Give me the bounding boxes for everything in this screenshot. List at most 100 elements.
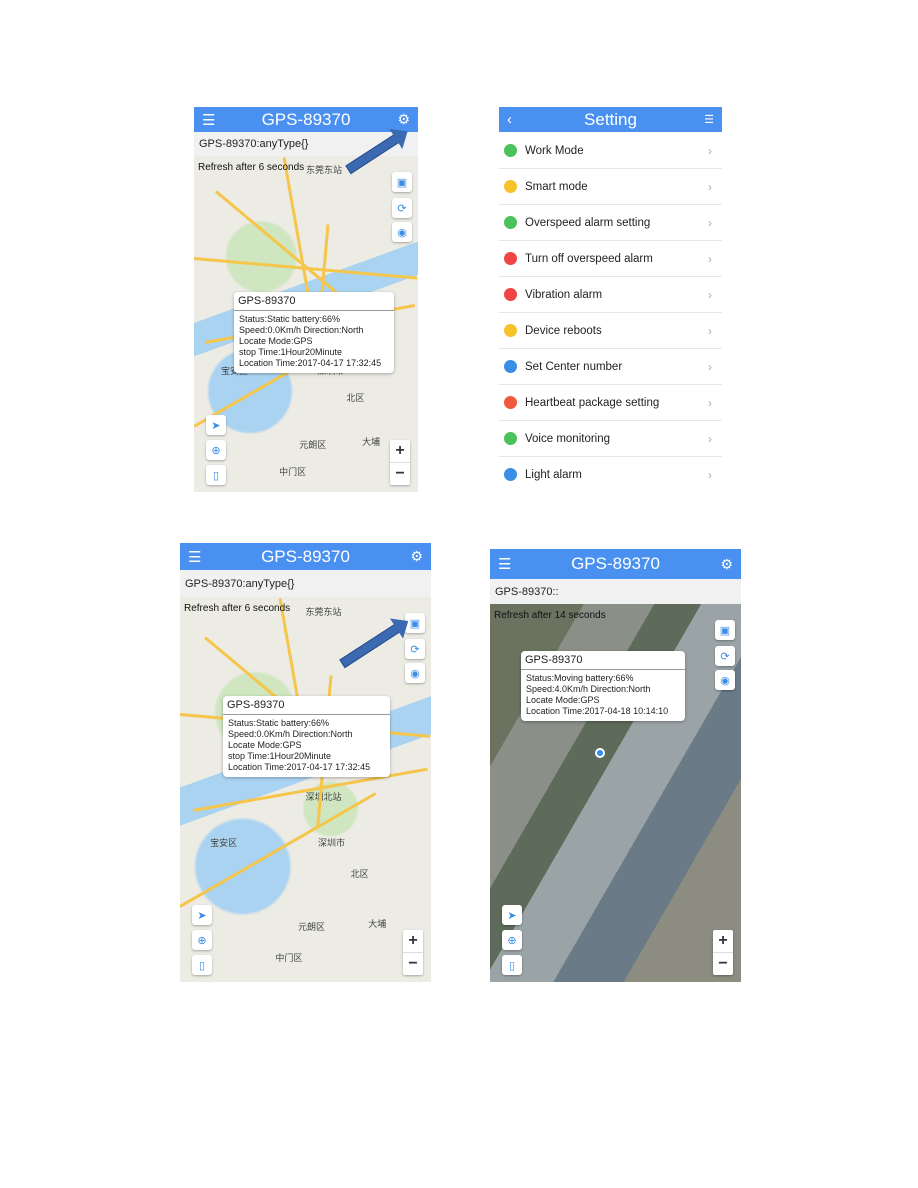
map-place-label: 深圳市 <box>318 837 346 848</box>
map-place-label: 北区 <box>350 868 369 879</box>
chevron-right-icon: › <box>708 467 712 482</box>
navigate-button[interactable]: ➤ <box>192 905 212 925</box>
setting-item[interactable]: Smart mode › <box>499 169 722 205</box>
setting-item[interactable]: Turn off overspeed alarm › <box>499 241 722 277</box>
map-place-label: 北区 <box>346 393 365 404</box>
refresh-icon: ⟳ <box>720 650 730 663</box>
my-location-button[interactable]: ⊕ <box>206 440 226 460</box>
setting-item-label: Heartbeat package setting <box>525 396 660 409</box>
road <box>282 157 313 313</box>
phone-location-button[interactable]: ▯ <box>192 955 212 975</box>
setting-item[interactable]: Work Mode › <box>499 133 722 169</box>
chevron-right-icon: › <box>708 287 712 302</box>
app-header: ☰ GPS-89370 ⚙ <box>490 549 741 579</box>
setting-item[interactable]: Vibration alarm › <box>499 277 722 313</box>
gear-icon[interactable]: ⚙ <box>720 556 733 573</box>
setting-item-label: Device reboots <box>525 324 602 337</box>
setting-item[interactable]: Voice monitoring › <box>499 421 722 457</box>
setting-item-label: Vibration alarm <box>525 288 603 301</box>
refresh-countdown: Refresh after 14 seconds <box>494 610 606 621</box>
location-marker <box>595 747 606 758</box>
road <box>215 189 355 308</box>
hamburger-menu-icon[interactable]: ☰ <box>188 548 201 566</box>
my-location-button[interactable]: ⊕ <box>502 930 522 950</box>
setting-item-icon <box>504 360 517 373</box>
layers-icon: ▣ <box>396 176 408 189</box>
setting-item-label: Overspeed alarm setting <box>525 216 651 229</box>
phone-location-button[interactable]: ▯ <box>206 465 226 485</box>
popup-title: GPS-89370 <box>223 696 390 715</box>
zoom-in-button[interactable]: + <box>403 930 423 952</box>
popup-line: Location Time:2017-04-17 17:32:45 <box>239 358 382 368</box>
setting-item-icon <box>504 324 517 337</box>
map-view[interactable]: Refresh after 14 seconds ▣ ⟳ ◉ GPS-89370… <box>490 604 741 982</box>
phone-icon: ▯ <box>508 959 516 972</box>
setting-item-label: Light alarm <box>525 468 582 481</box>
popup-line: Speed:0.0Km/h Direction:North <box>228 729 353 739</box>
gear-icon[interactable]: ⚙ <box>410 548 423 565</box>
map-view[interactable]: 宝安区深圳市北区元朗区大埔中门区深圳北站东莞东站 Refresh after 6… <box>194 156 418 492</box>
back-button[interactable]: ‹ <box>507 111 512 128</box>
sort-icon[interactable]: ☰ <box>704 113 714 126</box>
map-place-label: 东莞东站 <box>305 606 342 617</box>
phone-screen-map-d: ☰ GPS-89370 ⚙ GPS-89370:: Refresh after … <box>490 549 741 982</box>
map-layer-button[interactable]: ▣ <box>715 620 735 640</box>
crosshair-icon: ⊕ <box>211 444 221 457</box>
chevron-right-icon: › <box>708 179 712 194</box>
setting-item-icon <box>504 396 517 409</box>
layers-icon: ▣ <box>719 624 731 637</box>
navigate-button[interactable]: ➤ <box>502 905 522 925</box>
location-pin-icon: ◉ <box>410 667 420 680</box>
popup-line: Speed:4.0Km/h Direction:North <box>526 684 651 694</box>
hamburger-menu-icon[interactable]: ☰ <box>498 555 511 573</box>
popup-title: GPS-89370 <box>521 651 685 670</box>
map-place-label: 大埔 <box>362 436 381 447</box>
refresh-button[interactable]: ⟳ <box>405 639 425 659</box>
setting-item-icon <box>504 252 517 265</box>
my-location-button[interactable]: ⊕ <box>192 930 212 950</box>
locate-device-button[interactable]: ◉ <box>405 663 425 683</box>
popup-line: Status:Static battery:66% <box>239 314 341 324</box>
setting-item-icon <box>504 216 517 229</box>
setting-item[interactable]: Light alarm › <box>499 457 722 492</box>
crosshair-icon: ⊕ <box>507 934 517 947</box>
setting-item-label: Turn off overspeed alarm <box>525 252 653 265</box>
zoom-out-button[interactable]: − <box>390 462 410 485</box>
setting-item[interactable]: Set Center number › <box>499 349 722 385</box>
chevron-right-icon: › <box>708 359 712 374</box>
map-place-label: 宝安区 <box>210 837 238 848</box>
popup-line: Locate Mode:GPS <box>526 695 600 705</box>
location-pin-icon: ◉ <box>397 226 407 239</box>
zoom-out-button[interactable]: − <box>713 952 733 975</box>
zoom-out-button[interactable]: − <box>403 952 423 975</box>
zoom-in-button[interactable]: + <box>713 930 733 952</box>
setting-item-label: Smart mode <box>525 180 588 193</box>
refresh-button[interactable]: ⟳ <box>715 646 735 666</box>
locate-device-button[interactable]: ◉ <box>715 670 735 690</box>
map-place-label: 中门区 <box>279 467 307 478</box>
map-layer-button[interactable]: ▣ <box>392 172 412 192</box>
crosshair-icon: ⊕ <box>197 934 207 947</box>
road <box>180 792 377 908</box>
refresh-button[interactable]: ⟳ <box>392 198 412 218</box>
setting-item-icon <box>504 180 517 193</box>
map-view[interactable]: 宝安区深圳市北区元朗区大埔中门区深圳北站东莞东站 Refresh after 6… <box>180 597 431 982</box>
hamburger-menu-icon[interactable]: ☰ <box>202 111 215 129</box>
refresh-icon: ⟳ <box>397 202 407 215</box>
navigate-button[interactable]: ➤ <box>206 415 226 435</box>
navigation-arrow-icon: ➤ <box>197 909 207 922</box>
zoom-in-button[interactable]: + <box>390 440 410 462</box>
locate-device-button[interactable]: ◉ <box>392 222 412 242</box>
device-info-popup: GPS-89370 Status:Static battery:66% Speed… <box>234 292 394 373</box>
chevron-right-icon: › <box>708 395 712 410</box>
device-info-popup: GPS-89370 Status:Moving battery:66% Speed… <box>521 651 685 721</box>
setting-item[interactable]: Heartbeat package setting › <box>499 385 722 421</box>
popup-line: Status:Moving battery:66% <box>526 673 634 683</box>
phone-location-button[interactable]: ▯ <box>502 955 522 975</box>
phone-icon: ▯ <box>198 959 206 972</box>
setting-item-label: Voice monitoring <box>525 432 611 445</box>
setting-item[interactable]: Overspeed alarm setting › <box>499 205 722 241</box>
navigation-arrow-icon: ➤ <box>507 909 517 922</box>
device-title: GPS-89370 <box>571 554 660 573</box>
setting-item[interactable]: Device reboots › <box>499 313 722 349</box>
